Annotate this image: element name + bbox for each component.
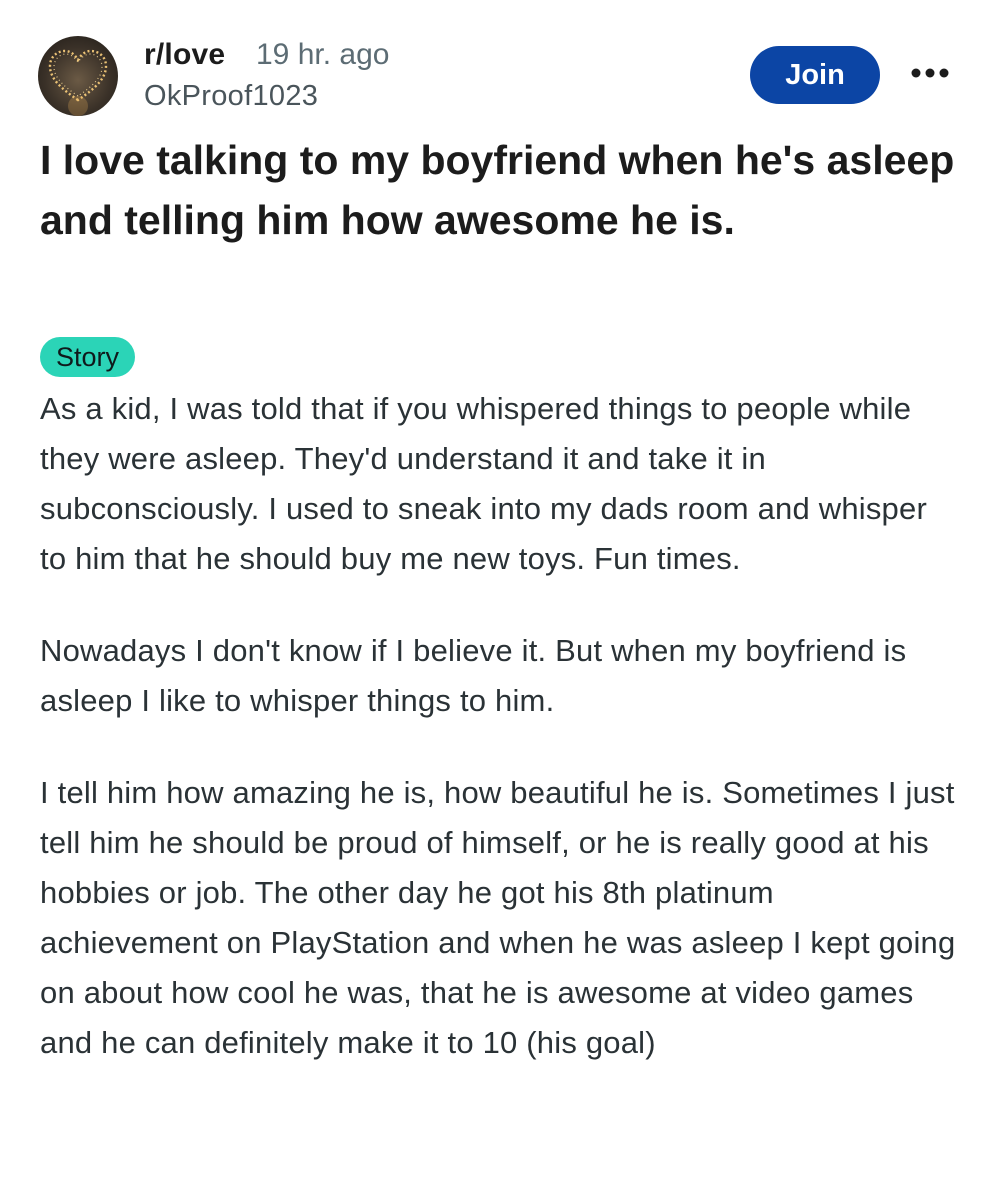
subreddit-avatar[interactable] (38, 36, 118, 116)
body-paragraph: Nowadays I don't know if I believe it. B… (40, 633, 907, 718)
body-paragraph: As a kid, I was told that if you whisper… (40, 391, 927, 576)
post-body: As a kid, I was told that if you whisper… (40, 384, 960, 1110)
more-options-icon (911, 68, 949, 78)
join-button[interactable]: Join (750, 46, 880, 104)
heart-lights-icon (48, 49, 108, 116)
post-flair[interactable]: Story (40, 337, 136, 377)
post-header: r/love 19 hr. ago OkProof1023 Join (0, 0, 994, 130)
subreddit-name[interactable]: r/love (144, 38, 225, 72)
post-title[interactable]: I love talking to my boyfriend when he's… (40, 130, 960, 250)
more-options-button[interactable] (908, 58, 952, 88)
post-time: 19 hr. ago (256, 38, 390, 71)
body-paragraph: I tell him how amazing he is, how beauti… (40, 775, 956, 1060)
author-username[interactable]: OkProof1023 (144, 80, 318, 113)
